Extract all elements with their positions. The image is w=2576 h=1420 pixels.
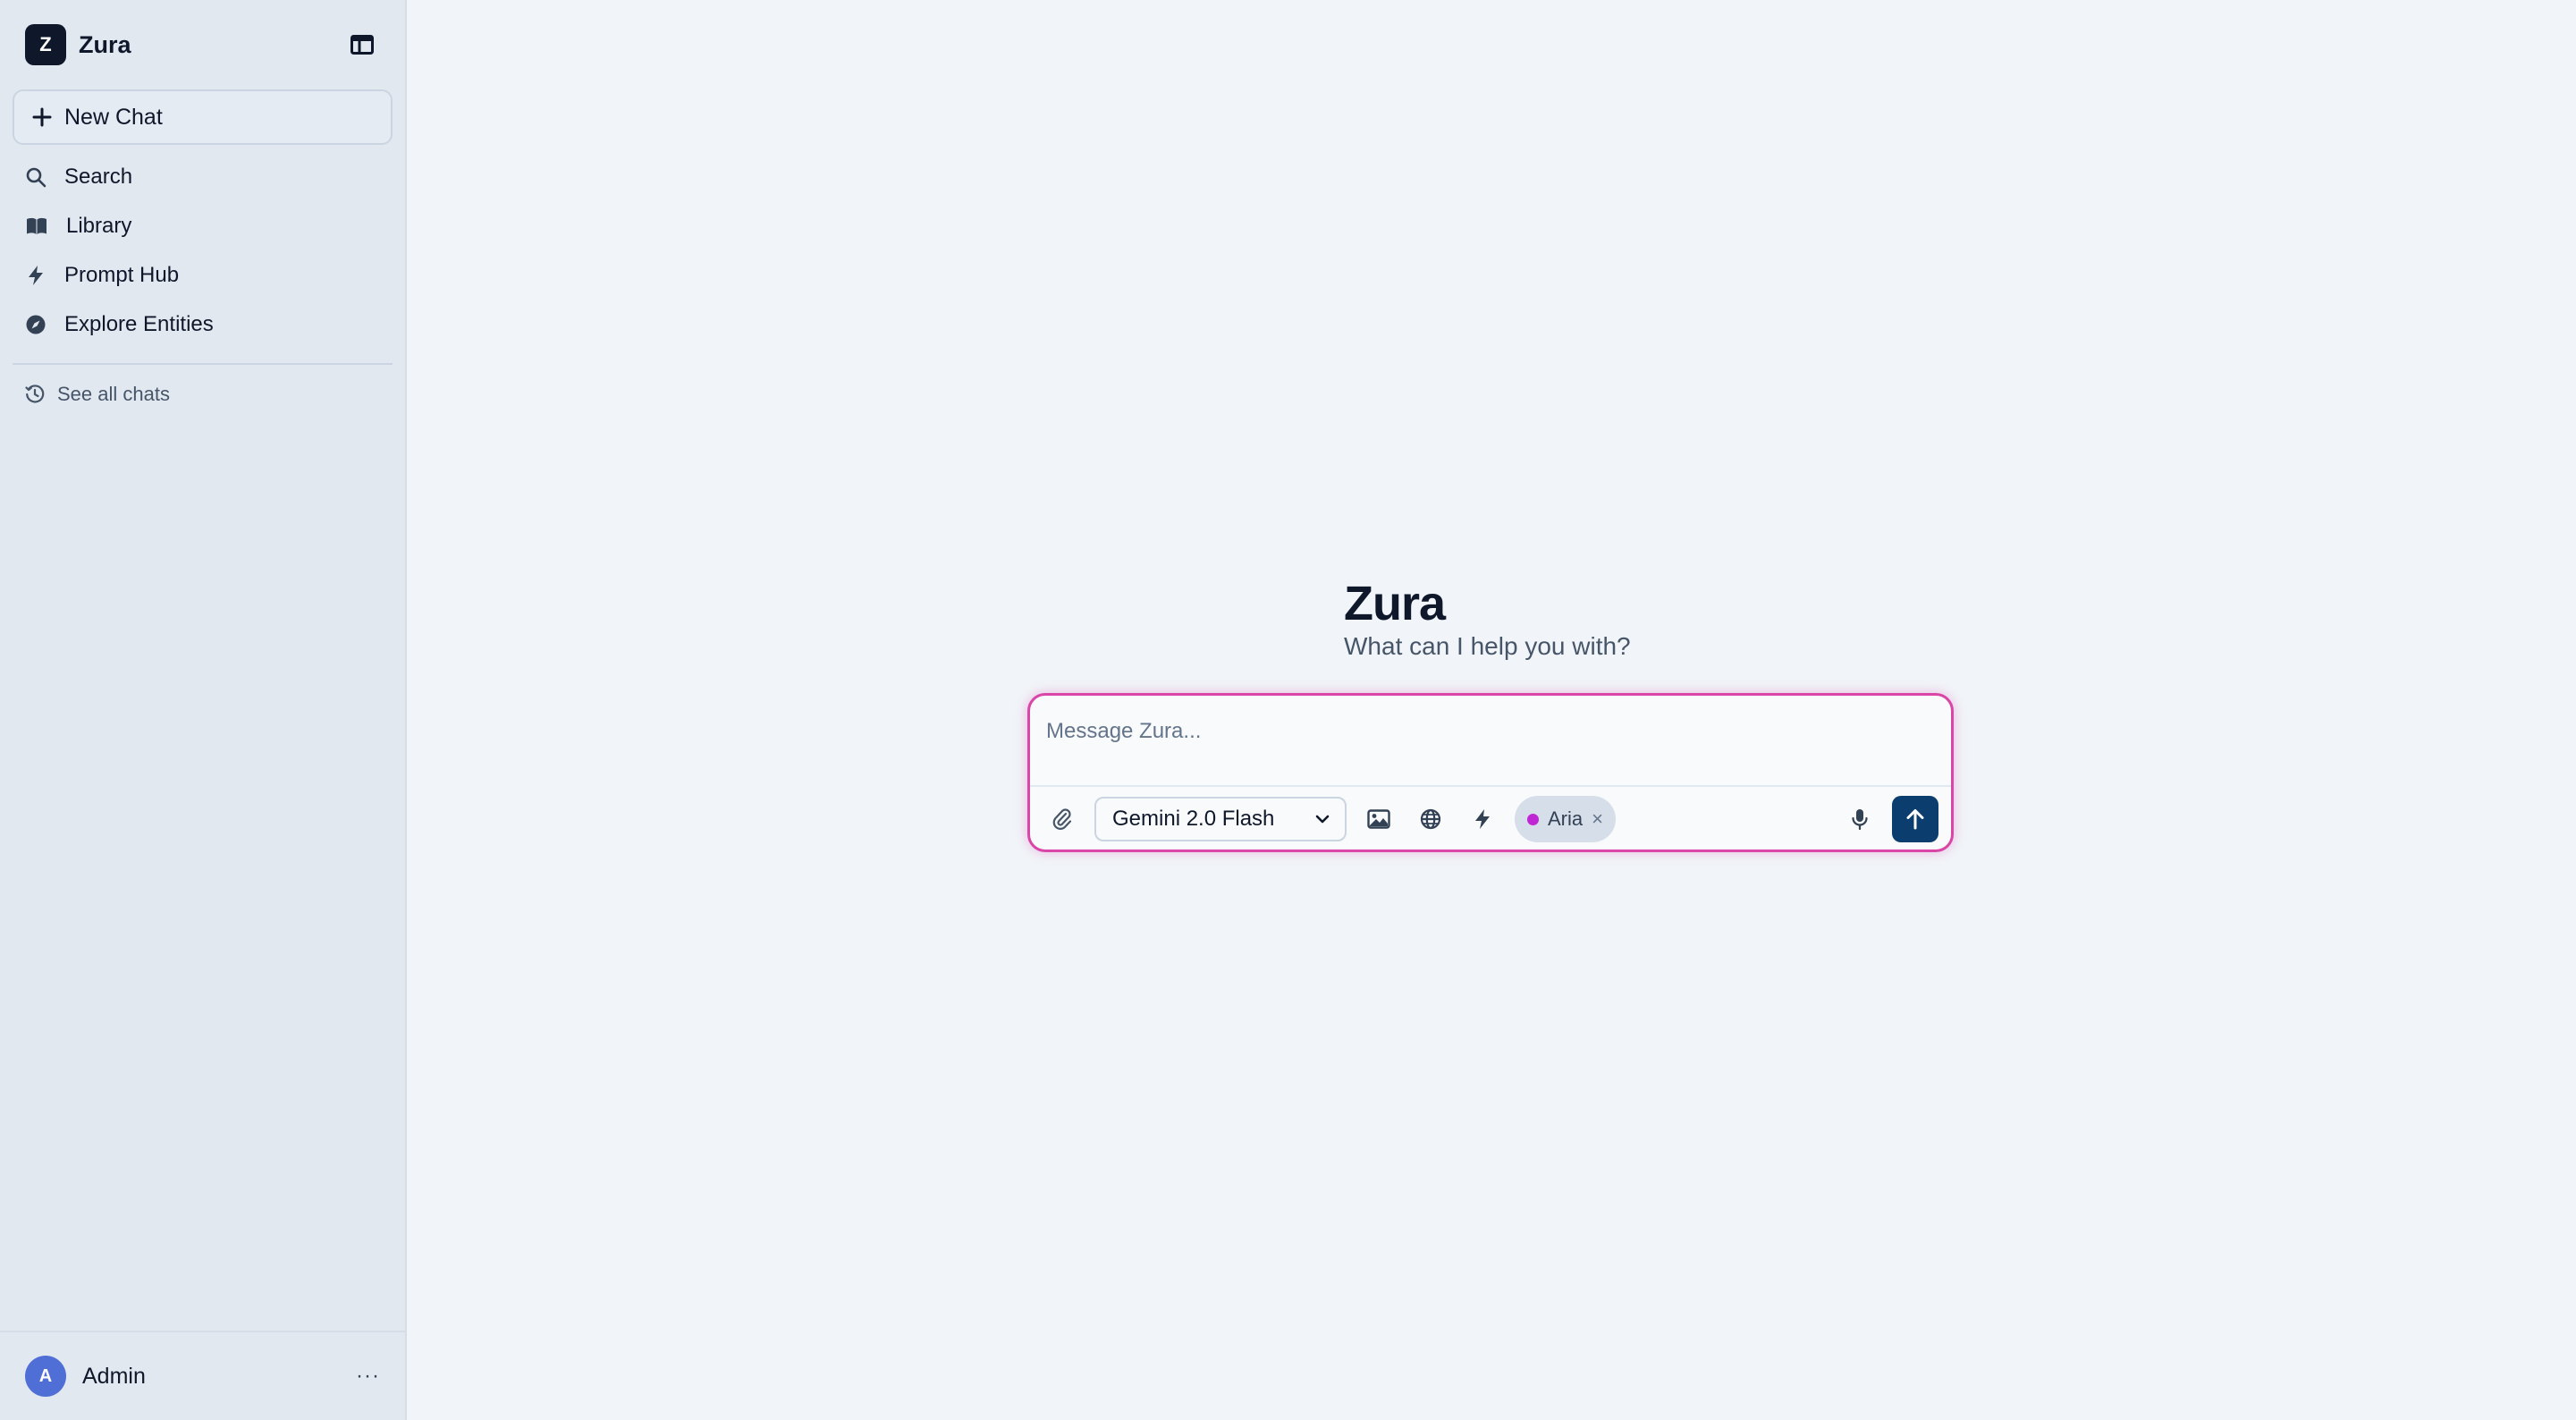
main-area: Zura What can I help you with? Gemini 2.… (407, 0, 2576, 1420)
plus-icon (32, 107, 52, 127)
user-profile[interactable]: A Admin (25, 1356, 146, 1397)
hero: Zura What can I help you with? (1344, 576, 1631, 662)
web-search-button[interactable] (1411, 799, 1450, 839)
globe-icon (1420, 808, 1441, 830)
send-button[interactable] (1892, 796, 1938, 842)
lightning-icon (1475, 809, 1490, 829)
see-all-chats-link[interactable]: See all chats (0, 381, 405, 408)
sidebar-item-search[interactable]: Search (0, 152, 405, 201)
book-icon (27, 217, 46, 234)
message-composer: Gemini 2.0 Flash (1027, 693, 1954, 852)
entity-chip-label: Aria (1548, 807, 1584, 830)
message-input[interactable] (1046, 714, 1931, 749)
sidebar-toggle-icon (351, 35, 374, 55)
voice-input-button[interactable] (1840, 799, 1879, 839)
lightning-icon (29, 265, 43, 285)
sidebar-item-library[interactable]: Library (0, 201, 405, 250)
sidebar-item-label: Prompt Hub (64, 262, 180, 287)
sidebar-item-prompt-hub[interactable]: Prompt Hub (0, 250, 405, 300)
chevron-down-icon (1315, 815, 1330, 824)
app-root: Z Zura New Chat Search Library Prompt Hu… (0, 0, 2576, 1420)
history-icon (25, 385, 45, 403)
see-all-chats-label: See all chats (57, 383, 170, 405)
prompts-button[interactable] (1463, 799, 1502, 839)
sidebar-footer: A Admin ··· (0, 1331, 405, 1420)
more-options-icon[interactable]: ··· (356, 1364, 380, 1389)
new-chat-label: New Chat (64, 104, 163, 130)
sidebar-item-explore-entities[interactable]: Explore Entities (0, 300, 405, 349)
sidebar-item-label: Search (64, 164, 133, 189)
user-name: Admin (82, 1363, 146, 1389)
sidebar-toggle-button[interactable] (344, 27, 380, 63)
sidebar-item-label: Library (66, 213, 132, 238)
close-icon[interactable]: × (1592, 807, 1603, 831)
sidebar-header: Z Zura (0, 0, 405, 89)
entity-chip[interactable]: Aria × (1515, 796, 1616, 842)
brand-name: Zura (79, 30, 131, 58)
sidebar-item-label: Explore Entities (64, 311, 214, 336)
attach-button[interactable] (1043, 799, 1082, 839)
image-icon (1367, 809, 1390, 829)
compass-icon (26, 315, 46, 334)
page-subtitle: What can I help you with? (1344, 632, 1631, 660)
new-chat-button[interactable]: New Chat (13, 89, 393, 145)
image-button[interactable] (1359, 799, 1398, 839)
microphone-icon (1852, 809, 1868, 831)
search-icon (26, 167, 46, 187)
sidebar-divider (13, 363, 393, 365)
model-select-value: Gemini 2.0 Flash (1112, 807, 1275, 831)
entity-chip-dot (1527, 813, 1539, 825)
brand[interactable]: Z Zura (25, 24, 131, 65)
composer-toolbar: Gemini 2.0 Flash Aria × (1043, 794, 1938, 844)
sidebar: Z Zura New Chat Search Library Prompt Hu… (0, 0, 407, 1420)
arrow-up-icon (1906, 809, 1924, 830)
page-title: Zura (1344, 577, 1446, 630)
composer-divider (1030, 785, 1951, 787)
brand-logo: Z (25, 24, 66, 65)
paperclip-icon (1052, 808, 1072, 830)
model-select[interactable]: Gemini 2.0 Flash (1094, 797, 1347, 841)
avatar: A (25, 1356, 66, 1397)
sidebar-nav: Search Library Prompt Hub Explore Entiti… (0, 152, 405, 349)
